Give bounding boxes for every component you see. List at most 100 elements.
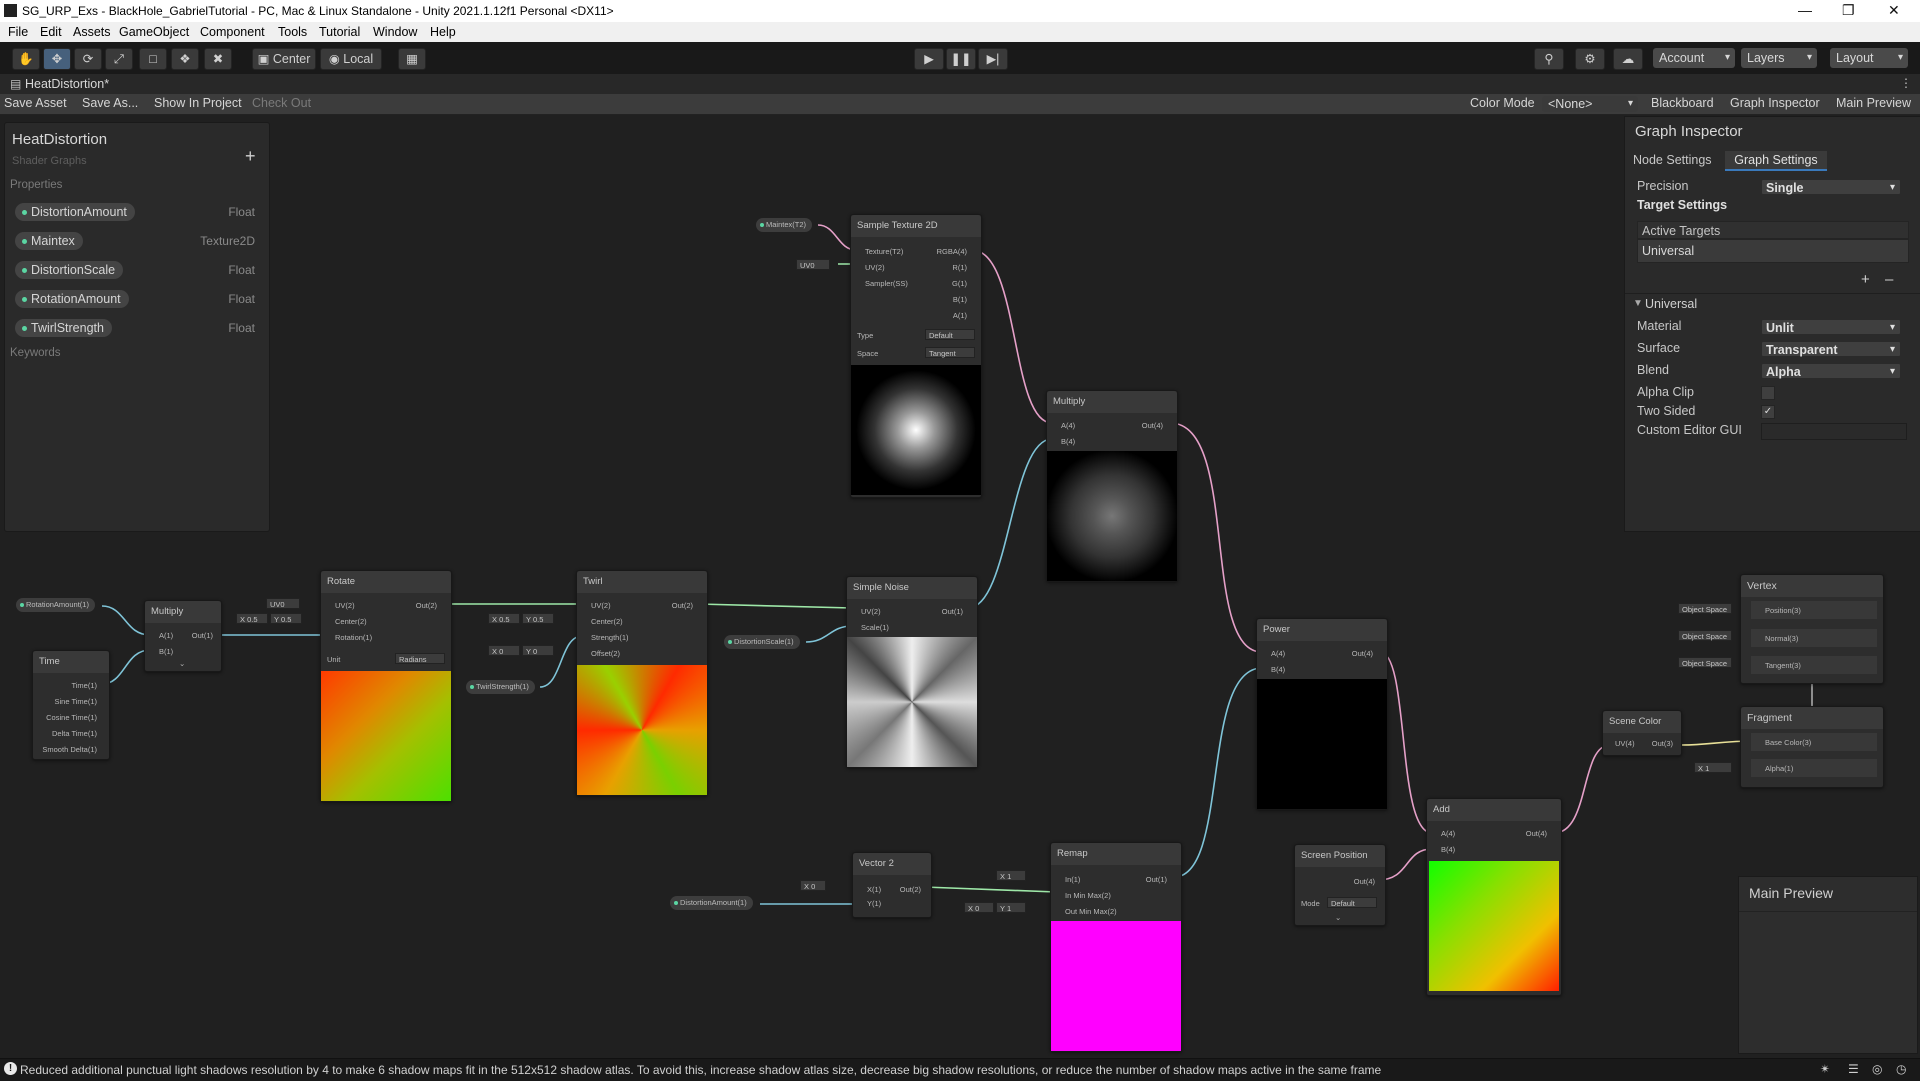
save-asset-button[interactable]: Save Asset (4, 96, 67, 110)
add-node[interactable]: Add A(4) B(4) Out(4) (1426, 798, 1562, 996)
rotate-node[interactable]: Rotate UV(2) Center(2) Rotation(1) Out(2… (320, 570, 452, 802)
input-port[interactable]: A(4) (1061, 421, 1075, 430)
search-icon[interactable]: ⚲ (1534, 48, 1564, 70)
custom-editor-input[interactable] (1761, 423, 1907, 440)
vertex-stack[interactable]: Vertex Position(3) Normal(3) Tangent(3) (1740, 574, 1884, 684)
scale-tool-icon[interactable]: ⤢ (105, 48, 133, 70)
output-port[interactable]: A(1) (953, 311, 967, 320)
color-mode-dropdown[interactable]: <None> (1542, 96, 1638, 112)
menu-edit[interactable]: Edit (40, 25, 62, 39)
rotation-amount-property-node[interactable]: RotationAmount(1) (16, 598, 95, 612)
menu-component[interactable]: Component (200, 25, 265, 39)
input-port[interactable]: UV(2) (865, 263, 885, 272)
unit-dropdown[interactable]: Radians (395, 653, 445, 664)
output-port[interactable]: Out(3) (1652, 739, 1673, 748)
input-port[interactable]: A(4) (1441, 829, 1455, 838)
mode-dropdown[interactable]: Default (1327, 897, 1377, 908)
offset-x-field[interactable]: X 0 (488, 645, 520, 656)
vector2-node[interactable]: Vector 2 X(1) Y(1) Out(2) (852, 852, 932, 918)
hand-tool-icon[interactable]: ✋ (12, 48, 40, 70)
status-message[interactable]: Reduced additional punctual light shadow… (20, 1063, 1381, 1077)
layers-dropdown[interactable]: Layers (1741, 48, 1817, 68)
pivot-center-button[interactable]: ▣ Center (252, 48, 316, 70)
input-port[interactable]: X(1) (867, 885, 881, 894)
output-port[interactable]: Out(4) (1142, 421, 1163, 430)
save-as-button[interactable]: Save As... (82, 96, 138, 110)
check-out-button[interactable]: Check Out (252, 96, 311, 110)
output-port[interactable]: Out(4) (1526, 829, 1547, 838)
remap-node[interactable]: Remap In(1) In Min Max(2) Out Min Max(2)… (1050, 842, 1182, 1052)
alpha-value-field[interactable]: X 1 (1694, 762, 1732, 773)
tab-graph-settings[interactable]: Graph Settings (1725, 151, 1827, 171)
restore-icon[interactable]: ❐ (1842, 2, 1855, 19)
input-port[interactable]: Center(2) (335, 617, 367, 626)
multiply-small-node[interactable]: Multiply A(1) B(1) Out(1) ⌄ (144, 600, 222, 672)
menu-gameobject[interactable]: GameObject (119, 25, 189, 39)
output-port[interactable]: Out(2) (900, 885, 921, 894)
input-port[interactable]: B(4) (1271, 665, 1285, 674)
input-port[interactable]: UV(2) (591, 601, 611, 610)
add-property-icon[interactable]: + (245, 146, 256, 167)
surface-dropdown[interactable]: Transparent (1761, 341, 1901, 358)
graph-inspector-toggle[interactable]: Graph Inspector (1730, 96, 1820, 110)
menu-assets[interactable]: Assets (73, 25, 111, 39)
input-port[interactable]: Texture(T2) (865, 247, 903, 256)
distortion-scale-property-node[interactable]: DistortionScale(1) (724, 635, 800, 649)
material-dropdown[interactable]: Unlit (1761, 319, 1901, 336)
property-twirl-strength[interactable]: TwirlStrength (15, 319, 112, 337)
multiply-node[interactable]: Multiply A(4) B(4) Out(4) (1046, 390, 1178, 582)
normal-space-field[interactable]: Object Space (1678, 630, 1732, 641)
output-port[interactable]: RGBA(4) (937, 247, 967, 256)
pivot-local-button[interactable]: ◉ Local (320, 48, 382, 70)
layers-stack-icon[interactable]: ☰ (1848, 1062, 1859, 1076)
move-tool-icon[interactable]: ✥ (43, 48, 71, 70)
input-port[interactable]: In Min Max(2) (1065, 891, 1111, 900)
alpha-block[interactable]: Alpha(1) (1751, 759, 1877, 777)
output-port[interactable]: Delta Time(1) (52, 729, 97, 738)
property-rotation-amount[interactable]: RotationAmount (15, 290, 129, 308)
center-y-field[interactable]: Y 0.5 (270, 613, 302, 624)
fragment-stack[interactable]: Fragment Base Color(3) Alpha(1) (1740, 706, 1884, 788)
input-port[interactable]: UV(2) (335, 601, 355, 610)
input-port[interactable]: UV(2) (861, 607, 881, 616)
twirl-node[interactable]: Twirl UV(2) Center(2) Strength(1) Offset… (576, 570, 708, 796)
blend-dropdown[interactable]: Alpha (1761, 363, 1901, 380)
alpha-clip-checkbox[interactable] (1761, 386, 1775, 400)
center-y-field[interactable]: Y 0.5 (522, 613, 554, 624)
input-port[interactable]: Scale(1) (861, 623, 889, 632)
minimize-icon[interactable]: — (1798, 2, 1812, 18)
center-x-field[interactable]: X 0.5 (488, 613, 520, 624)
property-distortion-amount[interactable]: DistortionAmount (15, 203, 135, 221)
menu-help[interactable]: Help (430, 25, 456, 39)
bug-icon[interactable]: ✴ (1820, 1062, 1830, 1076)
input-port[interactable]: A(4) (1271, 649, 1285, 658)
blackboard-toggle[interactable]: Blackboard (1651, 96, 1714, 110)
chevron-down-icon[interactable]: ▼ (1633, 298, 1643, 309)
normal-block[interactable]: Normal(3) (1751, 629, 1877, 647)
output-port[interactable]: Out(1) (1146, 875, 1167, 884)
tangent-block[interactable]: Tangent(3) (1751, 656, 1877, 674)
target-item-universal[interactable]: Universal (1637, 239, 1909, 263)
input-port[interactable]: Strength(1) (591, 633, 629, 642)
output-port[interactable]: Out(1) (192, 631, 213, 640)
sample-texture-node[interactable]: Sample Texture 2D Texture(T2) UV(2) Samp… (850, 214, 982, 498)
output-port[interactable]: Sine Time(1) (54, 697, 97, 706)
cloud-icon[interactable]: ☁ (1613, 48, 1643, 70)
account-dropdown[interactable]: Account (1653, 48, 1735, 68)
x-value-field[interactable]: X 0 (800, 880, 826, 891)
input-port[interactable]: Y(1) (867, 899, 881, 908)
distortion-amount-property-node[interactable]: DistortionAmount(1) (670, 896, 753, 910)
input-port[interactable]: B(1) (159, 647, 173, 656)
input-port[interactable]: B(4) (1441, 845, 1455, 854)
play-icon[interactable]: ▶ (914, 48, 944, 70)
output-port[interactable]: B(1) (953, 295, 967, 304)
show-in-project-button[interactable]: Show In Project (154, 96, 242, 110)
time-node[interactable]: Time Time(1) Sine Time(1) Cosine Time(1)… (32, 650, 110, 760)
tab-node-settings[interactable]: Node Settings (1633, 153, 1712, 167)
output-port[interactable]: Out(4) (1354, 877, 1375, 886)
type-dropdown[interactable]: Default (925, 329, 975, 340)
layout-dropdown[interactable]: Layout (1830, 48, 1908, 68)
property-maintex[interactable]: Maintex (15, 232, 83, 250)
input-port[interactable]: In(1) (1065, 875, 1080, 884)
universal-foldout[interactable]: Universal (1645, 297, 1697, 311)
